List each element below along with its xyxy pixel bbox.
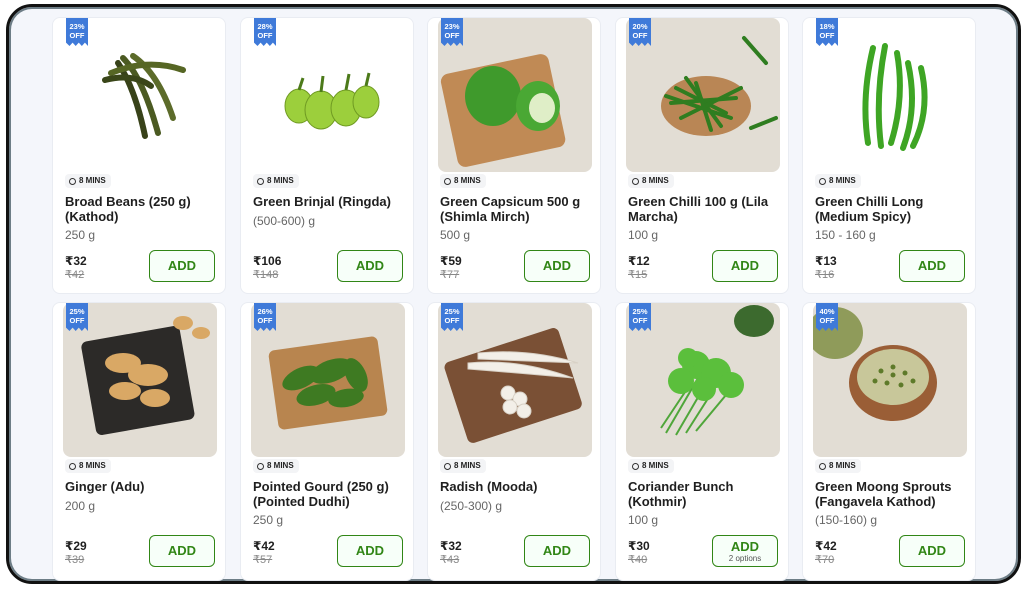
product-weight: 250 g: [253, 513, 284, 527]
product-weight: 500 g: [440, 228, 471, 242]
discount-badge: 18% OFF: [816, 18, 838, 46]
product-weight: 100 g: [628, 228, 659, 242]
delivery-time-badge: 8 MINS: [815, 459, 861, 473]
product-weight: (500-600) g: [253, 214, 316, 228]
clock-icon: [444, 177, 451, 185]
add-to-cart-button[interactable]: ADD: [149, 250, 215, 282]
add-to-cart-button[interactable]: ADD: [899, 250, 965, 282]
product-card[interactable]: 28% OFF 8 MINS Green Brinjal (Ringda) (50…: [240, 17, 414, 294]
product-card[interactable]: 40% OFF 8 MINS Green Moong Sprouts (Fanga…: [802, 302, 976, 581]
product-card[interactable]: 26% OFF 8 MINS Pointed Gourd (250 g) (Poi…: [240, 302, 414, 581]
delivery-time-badge: 8 MINS: [253, 174, 299, 188]
product-mrp: ₹43: [440, 554, 460, 566]
product-price: ₹32: [440, 539, 462, 553]
product-price: ₹42: [253, 539, 275, 553]
product-price: ₹42: [815, 539, 837, 553]
product-price: ₹32: [65, 254, 87, 268]
product-weight: 200 g: [65, 499, 96, 513]
add-label: ADD: [730, 539, 760, 554]
product-price: ₹30: [628, 539, 650, 553]
discount-badge: 28% OFF: [254, 18, 276, 46]
product-card[interactable]: 25% OFF 8 MINS Radish (Mooda) (250-300) g…: [427, 302, 601, 581]
add-to-cart-button[interactable]: ADD: [524, 250, 590, 282]
product-price: ₹12: [628, 254, 650, 268]
product-mrp: ₹70: [815, 554, 835, 566]
delivery-time-badge: 8 MINS: [815, 174, 861, 188]
product-name: Green Chilli Long (Medium Spicy): [815, 194, 924, 224]
clock-icon: [444, 462, 451, 470]
add-to-cart-button[interactable]: ADD: [899, 535, 965, 567]
delivery-time-badge: 8 MINS: [628, 459, 674, 473]
product-name: Green Chilli 100 g (Lila Marcha): [628, 194, 769, 224]
add-to-cart-button[interactable]: ADD: [524, 535, 590, 567]
clock-icon: [257, 177, 264, 185]
product-card[interactable]: 23% OFF 8 MINS Broad Beans (250 g) (Katho…: [52, 17, 226, 294]
clock-icon: [257, 462, 264, 470]
add-to-cart-button[interactable]: ADD: [337, 535, 403, 567]
delivery-time-badge: 8 MINS: [65, 459, 111, 473]
product-weight: 100 g: [628, 513, 659, 527]
product-name: Green Capsicum 500 g (Shimla Mirch): [440, 194, 581, 224]
product-name: Green Brinjal (Ringda): [253, 194, 391, 209]
product-card[interactable]: 23% OFF 8 MINS Green Capsicum 500 g (Shim…: [427, 17, 601, 294]
product-mrp: ₹16: [815, 269, 835, 281]
options-count: 2 options: [728, 554, 762, 563]
product-weight: (250-300) g: [440, 499, 503, 513]
delivery-time-badge: 8 MINS: [440, 459, 486, 473]
discount-badge: 25% OFF: [441, 303, 463, 331]
product-weight: 250 g: [65, 228, 96, 242]
discount-badge: 40% OFF: [816, 303, 838, 331]
add-to-cart-button[interactable]: ADD: [337, 250, 403, 282]
clock-icon: [632, 177, 639, 185]
product-price: ₹106: [253, 254, 282, 268]
product-weight: 150 - 160 g: [815, 228, 876, 242]
delivery-time-badge: 8 MINS: [440, 174, 486, 188]
product-card[interactable]: 20% OFF 8 MINS Green Chilli 100 g (Lila M…: [615, 17, 789, 294]
clock-icon: [819, 462, 826, 470]
product-name: Ginger (Adu): [65, 479, 145, 494]
discount-badge: 20% OFF: [629, 18, 651, 46]
product-mrp: ₹148: [253, 269, 279, 281]
delivery-time-badge: 8 MINS: [253, 459, 299, 473]
discount-badge: 23% OFF: [66, 18, 88, 46]
clock-icon: [632, 462, 639, 470]
product-weight: (150-160) g: [815, 513, 878, 527]
product-mrp: ₹77: [440, 269, 460, 281]
product-listing-window: 23% OFF 8 MINS Broad Beans (250 g) (Katho…: [6, 4, 1021, 584]
discount-badge: 25% OFF: [66, 303, 88, 331]
product-mrp: ₹42: [65, 269, 85, 281]
clock-icon: [69, 462, 76, 470]
delivery-time-badge: 8 MINS: [65, 174, 111, 188]
discount-badge: 25% OFF: [629, 303, 651, 331]
clock-icon: [69, 177, 76, 185]
product-name: Radish (Mooda): [440, 479, 538, 494]
add-to-cart-button[interactable]: ADD: [712, 250, 778, 282]
add-to-cart-button[interactable]: ADD 2 options: [712, 535, 778, 567]
product-price: ₹29: [65, 539, 87, 553]
product-mrp: ₹15: [628, 269, 648, 281]
product-mrp: ₹40: [628, 554, 648, 566]
clock-icon: [819, 177, 826, 185]
product-card[interactable]: 25% OFF 8 MINS Ginger (Adu) 200 g ₹29 ₹39…: [52, 302, 226, 581]
product-mrp: ₹39: [65, 554, 85, 566]
discount-badge: 26% OFF: [254, 303, 276, 331]
product-price: ₹13: [815, 254, 837, 268]
product-mrp: ₹57: [253, 554, 273, 566]
product-card[interactable]: 25% OFF 8 MINS Coriander Bunch (Kothmir) …: [615, 302, 789, 581]
product-price: ₹59: [440, 254, 462, 268]
product-name: Pointed Gourd (250 g) (Pointed Dudhi): [253, 479, 389, 509]
add-to-cart-button[interactable]: ADD: [149, 535, 215, 567]
delivery-time-badge: 8 MINS: [628, 174, 674, 188]
product-name: Broad Beans (250 g) (Kathod): [65, 194, 191, 224]
product-name: Coriander Bunch (Kothmir): [628, 479, 734, 509]
discount-badge: 23% OFF: [441, 18, 463, 46]
product-card[interactable]: 18% OFF 8 MINS Green Chilli Long (Medium …: [802, 17, 976, 294]
product-name: Green Moong Sprouts (Fangavela Kathod): [815, 479, 952, 509]
